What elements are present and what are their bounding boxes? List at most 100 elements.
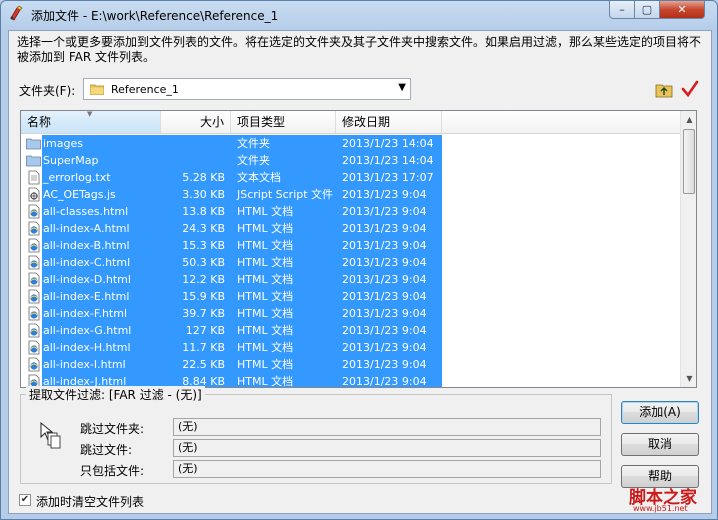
item-type: HTML 文档: [237, 290, 294, 303]
item-date: 2013/1/23 9:04: [342, 273, 427, 286]
add-button[interactable]: 添加(A): [621, 401, 699, 424]
html-file-icon: [28, 289, 40, 304]
list-item[interactable]: all-classes.html 13.8 KB HTML 文档 2013/1/23 …: [21, 203, 681, 220]
include-only-field: (无): [173, 460, 601, 478]
folder-value: Reference_1: [111, 83, 179, 96]
file-list[interactable]: 名称 ▼ 大小 项目类型 修改日期 images 文件夹 2013/1/23 14:…: [20, 110, 697, 388]
clear-on-add-checkbox[interactable]: ✔: [19, 494, 31, 506]
scroll-down-icon[interactable]: ▼: [683, 372, 696, 385]
item-type: 文件夹: [237, 137, 270, 150]
item-name: all-index-F.html: [43, 307, 127, 320]
window-title: 添加文件 - E:\work\Reference\Reference_1: [31, 9, 279, 23]
folder-icon: [26, 138, 41, 150]
item-date: 2013/1/23 9:04: [342, 205, 427, 218]
item-size: 5.28 KB: [182, 171, 225, 184]
item-type: HTML 文档: [237, 375, 294, 388]
item-type: HTML 文档: [237, 273, 294, 286]
list-item[interactable]: images 文件夹 2013/1/23 14:04: [21, 135, 681, 152]
close-button[interactable]: ✕: [659, 1, 705, 19]
list-item[interactable]: all-index-F.html 39.7 KB HTML 文档 2013/1/23 …: [21, 305, 681, 322]
dialog-body: 选择一个或更多要添加到文件列表的文件。将在选定的文件夹及其子文件夹中搜索文件。如…: [8, 30, 712, 514]
cancel-button[interactable]: 取消: [621, 433, 699, 456]
item-size: 50.3 KB: [182, 256, 225, 269]
item-date: 2013/1/23 9:04: [342, 324, 427, 337]
script-file-icon: [28, 187, 40, 202]
item-date: 2013/1/23 9:04: [342, 375, 427, 388]
item-date: 2013/1/23 9:04: [342, 290, 427, 303]
html-file-icon: [28, 340, 40, 355]
html-file-icon: [28, 204, 40, 219]
item-name: all-index-I.html: [43, 358, 126, 371]
item-date: 2013/1/23 9:04: [342, 188, 427, 201]
item-type: 文件夹: [237, 154, 270, 167]
html-file-icon: [28, 221, 40, 236]
minimize-button[interactable]: –: [609, 1, 635, 19]
skip-files-field: (无): [173, 439, 601, 457]
column-type[interactable]: 项目类型: [231, 111, 336, 133]
item-type: HTML 文档: [237, 307, 294, 320]
instructions-text: 选择一个或更多要添加到文件列表的文件。将在选定的文件夹及其子文件夹中搜索文件。如…: [17, 35, 702, 64]
list-item[interactable]: all-index-A.html 24.3 KB HTML 文档 2013/1/23 …: [21, 220, 681, 237]
clear-on-add-label: 添加时清空文件列表: [36, 495, 145, 509]
list-header: 名称 ▼ 大小 项目类型 修改日期: [21, 111, 681, 134]
skip-folders-label: 跳过文件夹:: [80, 422, 145, 436]
item-type: HTML 文档: [237, 358, 294, 371]
list-item[interactable]: all-index-G.html 127 KB HTML 文档 2013/1/23 9…: [21, 322, 681, 339]
folder-label: 文件夹(F):: [19, 84, 76, 98]
dropdown-arrow-icon[interactable]: ▼: [398, 82, 406, 93]
item-name: all-index-D.html: [43, 273, 131, 286]
item-size: 22.5 KB: [182, 358, 225, 371]
list-item[interactable]: all-index-E.html 15.9 KB HTML 文档 2013/1/23 …: [21, 288, 681, 305]
filter-files-icon: [40, 421, 61, 449]
list-item[interactable]: SuperMap 文件夹 2013/1/23 14:04: [21, 152, 681, 169]
item-date: 2013/1/23 9:04: [342, 307, 427, 320]
up-folder-icon[interactable]: [655, 81, 673, 99]
item-size: 11.7 KB: [182, 341, 225, 354]
column-size[interactable]: 大小: [161, 111, 231, 133]
item-name: all-index-A.html: [43, 222, 130, 235]
html-file-icon: [28, 357, 40, 372]
item-size: 15.3 KB: [182, 239, 225, 252]
item-name: AC_OETags.js: [43, 188, 116, 201]
maximize-button[interactable]: ▢: [634, 1, 660, 19]
title-bar[interactable]: 添加文件 - E:\work\Reference\Reference_1 – ▢…: [1, 1, 717, 27]
list-item[interactable]: all-index-B.html 15.3 KB HTML 文档 2013/1/23 …: [21, 237, 681, 254]
list-item[interactable]: all-index-H.html 11.7 KB HTML 文档 2013/1/23 …: [21, 339, 681, 356]
item-type: HTML 文档: [237, 324, 294, 337]
item-size: 3.30 KB: [182, 188, 225, 201]
list-item[interactable]: _errorlog.txt 5.28 KB 文本文档 2013/1/23 17:07: [21, 169, 681, 186]
sort-indicator-icon: ▼: [87, 110, 93, 118]
item-type: HTML 文档: [237, 239, 294, 252]
item-size: 15.9 KB: [182, 290, 225, 303]
item-size: [161, 136, 225, 151]
vertical-scrollbar[interactable]: ▲ ▼: [680, 111, 696, 387]
list-item[interactable]: all-index-I.html 22.5 KB HTML 文档 2013/1/23 …: [21, 356, 681, 373]
list-item[interactable]: AC_OETags.js 3.30 KB JScript Script 文件 2013…: [21, 186, 681, 203]
item-size: 12.2 KB: [182, 273, 225, 286]
html-file-icon: [28, 238, 40, 253]
scroll-thumb[interactable]: [683, 129, 695, 194]
scroll-up-icon[interactable]: ▲: [683, 113, 696, 126]
html-file-icon: [28, 272, 40, 287]
html-file-icon: [28, 306, 40, 321]
folder-dropdown[interactable]: Reference_1 ▼: [83, 78, 411, 100]
filter-title: 提取文件过滤: [FAR 过滤 - (无)]: [26, 386, 205, 403]
checkmark-icon[interactable]: [681, 80, 699, 98]
text-file-icon: [28, 170, 40, 185]
item-date: 2013/1/23 9:04: [342, 358, 427, 371]
item-name: images: [43, 137, 83, 150]
html-file-icon: [28, 323, 40, 338]
item-size: 39.7 KB: [182, 307, 225, 320]
item-name: _errorlog.txt: [43, 171, 111, 184]
list-item[interactable]: all-index-D.html 12.2 KB HTML 文档 2013/1/23 …: [21, 271, 681, 288]
item-size: 13.8 KB: [182, 205, 225, 218]
item-name: all-classes.html: [43, 205, 129, 218]
list-item[interactable]: all-index-C.html 50.3 KB HTML 文档 2013/1/23 …: [21, 254, 681, 271]
folder-icon: [90, 84, 104, 95]
skip-files-label: 跳过文件:: [80, 443, 133, 457]
column-date[interactable]: 修改日期: [336, 111, 442, 133]
item-date: 2013/1/23 9:04: [342, 222, 427, 235]
item-name: all-index-E.html: [43, 290, 130, 303]
item-size: [161, 153, 225, 168]
item-name: all-index-C.html: [43, 256, 131, 269]
